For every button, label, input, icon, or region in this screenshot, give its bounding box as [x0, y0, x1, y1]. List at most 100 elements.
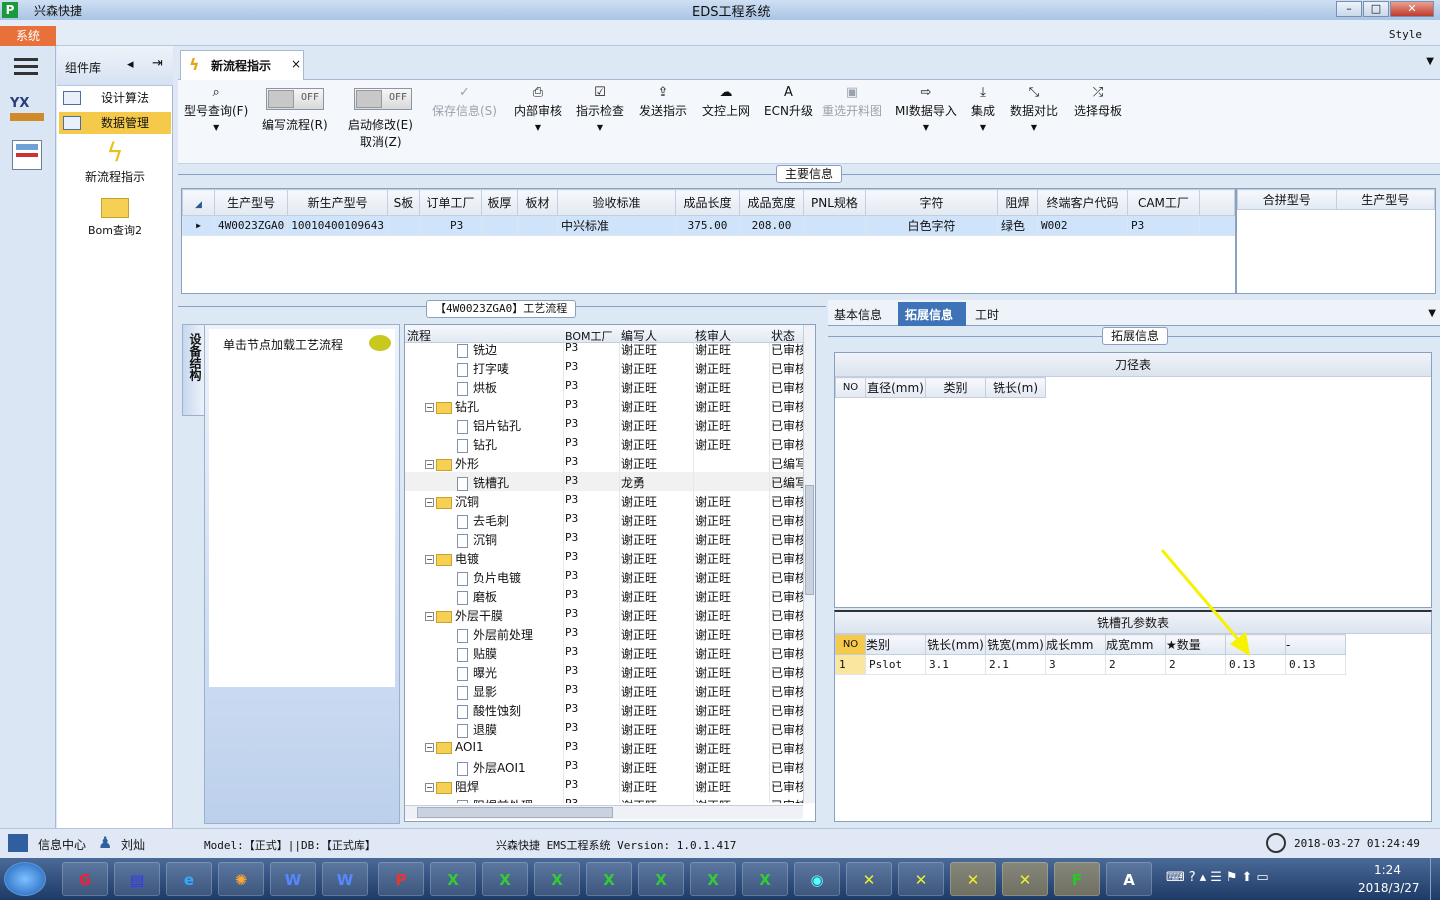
scrollbar-thumb[interactable]: [805, 485, 814, 595]
column-header[interactable]: CAM工厂: [1126, 189, 1200, 216]
tab-dropdown-icon[interactable]: ▼: [1428, 308, 1436, 319]
system-menu-button[interactable]: 系统: [0, 26, 56, 46]
table-cell[interactable]: 3.1: [925, 654, 986, 675]
excel-window-icon[interactable]: ✕: [898, 862, 944, 896]
column-header[interactable]: 板厚: [480, 189, 518, 216]
table-row[interactable]: ▶ 4W0023ZGA0 10010400109643 P3 中兴标准 375.…: [182, 215, 1236, 236]
excel-icon[interactable]: X: [638, 862, 684, 896]
tile-new-process[interactable]: ϟ 新流程指示: [57, 138, 173, 186]
collapse-icon[interactable]: −: [425, 555, 434, 564]
shell-icon[interactable]: ✺: [218, 862, 264, 896]
table-cell[interactable]: 3: [1045, 654, 1106, 675]
excel-icon[interactable]: X: [586, 862, 632, 896]
scrollbar-thumb[interactable]: [417, 807, 613, 818]
column-header[interactable]: 合拼型号: [1237, 189, 1337, 210]
column-header[interactable]: 成长mm: [1045, 634, 1106, 655]
info-center-link[interactable]: 信息中心: [38, 836, 86, 853]
word-icon[interactable]: W: [270, 862, 316, 896]
close-tab-icon[interactable]: ×: [291, 57, 301, 71]
tree-row[interactable]: 酸性蚀刻 P3 谢正旺 谢正旺 已审核: [405, 700, 803, 719]
tree-row[interactable]: 外层前处理 P3 谢正旺 谢正旺 已审核: [405, 624, 803, 643]
table-cell[interactable]: 2.1: [985, 654, 1046, 675]
tree-row[interactable]: − 外形 P3 谢正旺 已编写: [405, 453, 803, 472]
calculator-icon[interactable]: [12, 140, 42, 170]
eds-app-icon[interactable]: F: [1054, 862, 1100, 896]
collapse-icon[interactable]: −: [425, 460, 434, 469]
tree-row[interactable]: 沉铜 P3 谢正旺 谢正旺 已审核: [405, 529, 803, 548]
start-button[interactable]: [4, 862, 46, 896]
send-instruction-button[interactable]: ⇪ 发送指示: [639, 84, 687, 119]
tree-row[interactable]: 烘板 P3 谢正旺 谢正旺 已审核: [405, 377, 803, 396]
pin-icon[interactable]: ⇥: [152, 56, 163, 71]
column-header[interactable]: 类别: [925, 377, 986, 398]
browser-icon[interactable]: e: [166, 862, 212, 896]
start-modify-toggle[interactable]: OFF: [354, 88, 412, 110]
tab-extended-info[interactable]: 拓展信息: [898, 302, 966, 326]
tree-row[interactable]: − 阻焊 P3 谢正旺 谢正旺 已审核: [405, 776, 803, 795]
excel-icon[interactable]: X: [690, 862, 736, 896]
table-cell[interactable]: Pslot: [865, 654, 926, 675]
tree-row[interactable]: − 沉铜 P3 谢正旺 谢正旺 已审核: [405, 491, 803, 510]
tree-row[interactable]: 铣边 P3 谢正旺 谢正旺 已审核: [405, 343, 803, 358]
cancel-label[interactable]: 取消(Z): [360, 133, 402, 150]
chevron-left-icon[interactable]: ◂: [127, 57, 134, 72]
column-header[interactable]: 新生产型号: [287, 189, 388, 216]
column-header[interactable]: 铣宽(mm): [985, 634, 1046, 655]
collapse-icon[interactable]: −: [425, 743, 434, 752]
column-header[interactable]: S板: [386, 189, 420, 216]
collapse-icon[interactable]: −: [425, 498, 434, 507]
close-window-button[interactable]: ✕: [1390, 1, 1434, 17]
document-app-icon[interactable]: A: [1106, 862, 1152, 896]
reselect-cutting-button[interactable]: ▣ 重选开料图: [822, 84, 882, 119]
excel-icon[interactable]: X: [430, 862, 476, 896]
tab-device-structure[interactable]: 设备结构: [182, 324, 206, 416]
column-header[interactable]: 验收标准: [556, 189, 676, 216]
tree-row[interactable]: 钻孔 P3 谢正旺 谢正旺 已审核: [405, 434, 803, 453]
column-header[interactable]: 流程: [407, 327, 431, 344]
tile-bom-query[interactable]: Bom查询2: [57, 198, 173, 242]
column-header[interactable]: 核审人: [695, 327, 731, 344]
tree-row[interactable]: 打字唛 P3 谢正旺 谢正旺 已审核: [405, 358, 803, 377]
excel-window-icon[interactable]: ✕: [950, 862, 996, 896]
tab-dropdown-icon[interactable]: ▼: [1426, 56, 1434, 67]
save-disk-icon[interactable]: ▤: [114, 862, 160, 896]
tree-row[interactable]: 显影 P3 谢正旺 谢正旺 已审核: [405, 681, 803, 700]
minimize-button[interactable]: –: [1336, 1, 1362, 17]
column-header[interactable]: 铣长(mm): [925, 634, 986, 655]
eye-app-icon[interactable]: ◉: [794, 862, 840, 896]
tab-work-hours[interactable]: 工时: [975, 306, 999, 323]
tab-new-process[interactable]: ϟ 新流程指示 ×: [180, 50, 304, 80]
show-desktop-button[interactable]: [1430, 858, 1440, 900]
tree-row[interactable]: 去毛刺 P3 谢正旺 谢正旺 已审核: [405, 510, 803, 529]
hamburger-menu-icon[interactable]: [14, 56, 38, 76]
maximize-button[interactable]: □: [1363, 1, 1389, 17]
column-header[interactable]: 类别: [865, 634, 926, 655]
column-header[interactable]: 直径(mm): [865, 377, 926, 398]
tree-row[interactable]: 铝片钻孔 P3 谢正旺 谢正旺 已审核: [405, 415, 803, 434]
column-header[interactable]: 生产型号: [213, 189, 289, 216]
excel-icon[interactable]: X: [482, 862, 528, 896]
column-header[interactable]: 订单工厂: [418, 189, 482, 216]
column-header[interactable]: BOM工厂: [565, 328, 613, 344]
tree-row[interactable]: 铣槽孔 P3 龙勇 已编写: [405, 472, 803, 491]
tray-icons[interactable]: ⌨?▴☰⚑⬆▭: [1166, 870, 1273, 885]
column-header[interactable]: 生产型号: [1335, 189, 1435, 210]
nav-item-design-algorithm[interactable]: 设计算法: [59, 87, 171, 109]
tree-row[interactable]: − 外层干膜 P3 谢正旺 谢正旺 已审核: [405, 605, 803, 624]
taskbar-app-icon[interactable]: G: [62, 862, 108, 896]
tree-row[interactable]: 负片电镀 P3 谢正旺 谢正旺 已审核: [405, 567, 803, 586]
column-header[interactable]: 字符: [864, 189, 998, 216]
excel-window-icon[interactable]: ✕: [846, 862, 892, 896]
column-header[interactable]: 成品长度: [674, 189, 740, 216]
column-header[interactable]: 编写人: [621, 327, 657, 344]
column-header[interactable]: 状态: [771, 327, 795, 344]
write-process-toggle[interactable]: OFF: [266, 88, 324, 110]
tree-row[interactable]: 外层AOI1 P3 谢正旺 谢正旺 已审核: [405, 757, 803, 776]
integrate-button[interactable]: ⤓ 集成 ▼: [971, 84, 995, 137]
column-header[interactable]: -: [1285, 634, 1346, 655]
style-menu[interactable]: Style: [1389, 28, 1422, 41]
excel-icon[interactable]: X: [742, 862, 788, 896]
instruction-check-button[interactable]: ☑ 指示检查 ▼: [576, 84, 624, 137]
tree-row[interactable]: − 钻孔 P3 谢正旺 谢正旺 已审核: [405, 396, 803, 415]
tree-row[interactable]: − 电镀 P3 谢正旺 谢正旺 已审核: [405, 548, 803, 567]
